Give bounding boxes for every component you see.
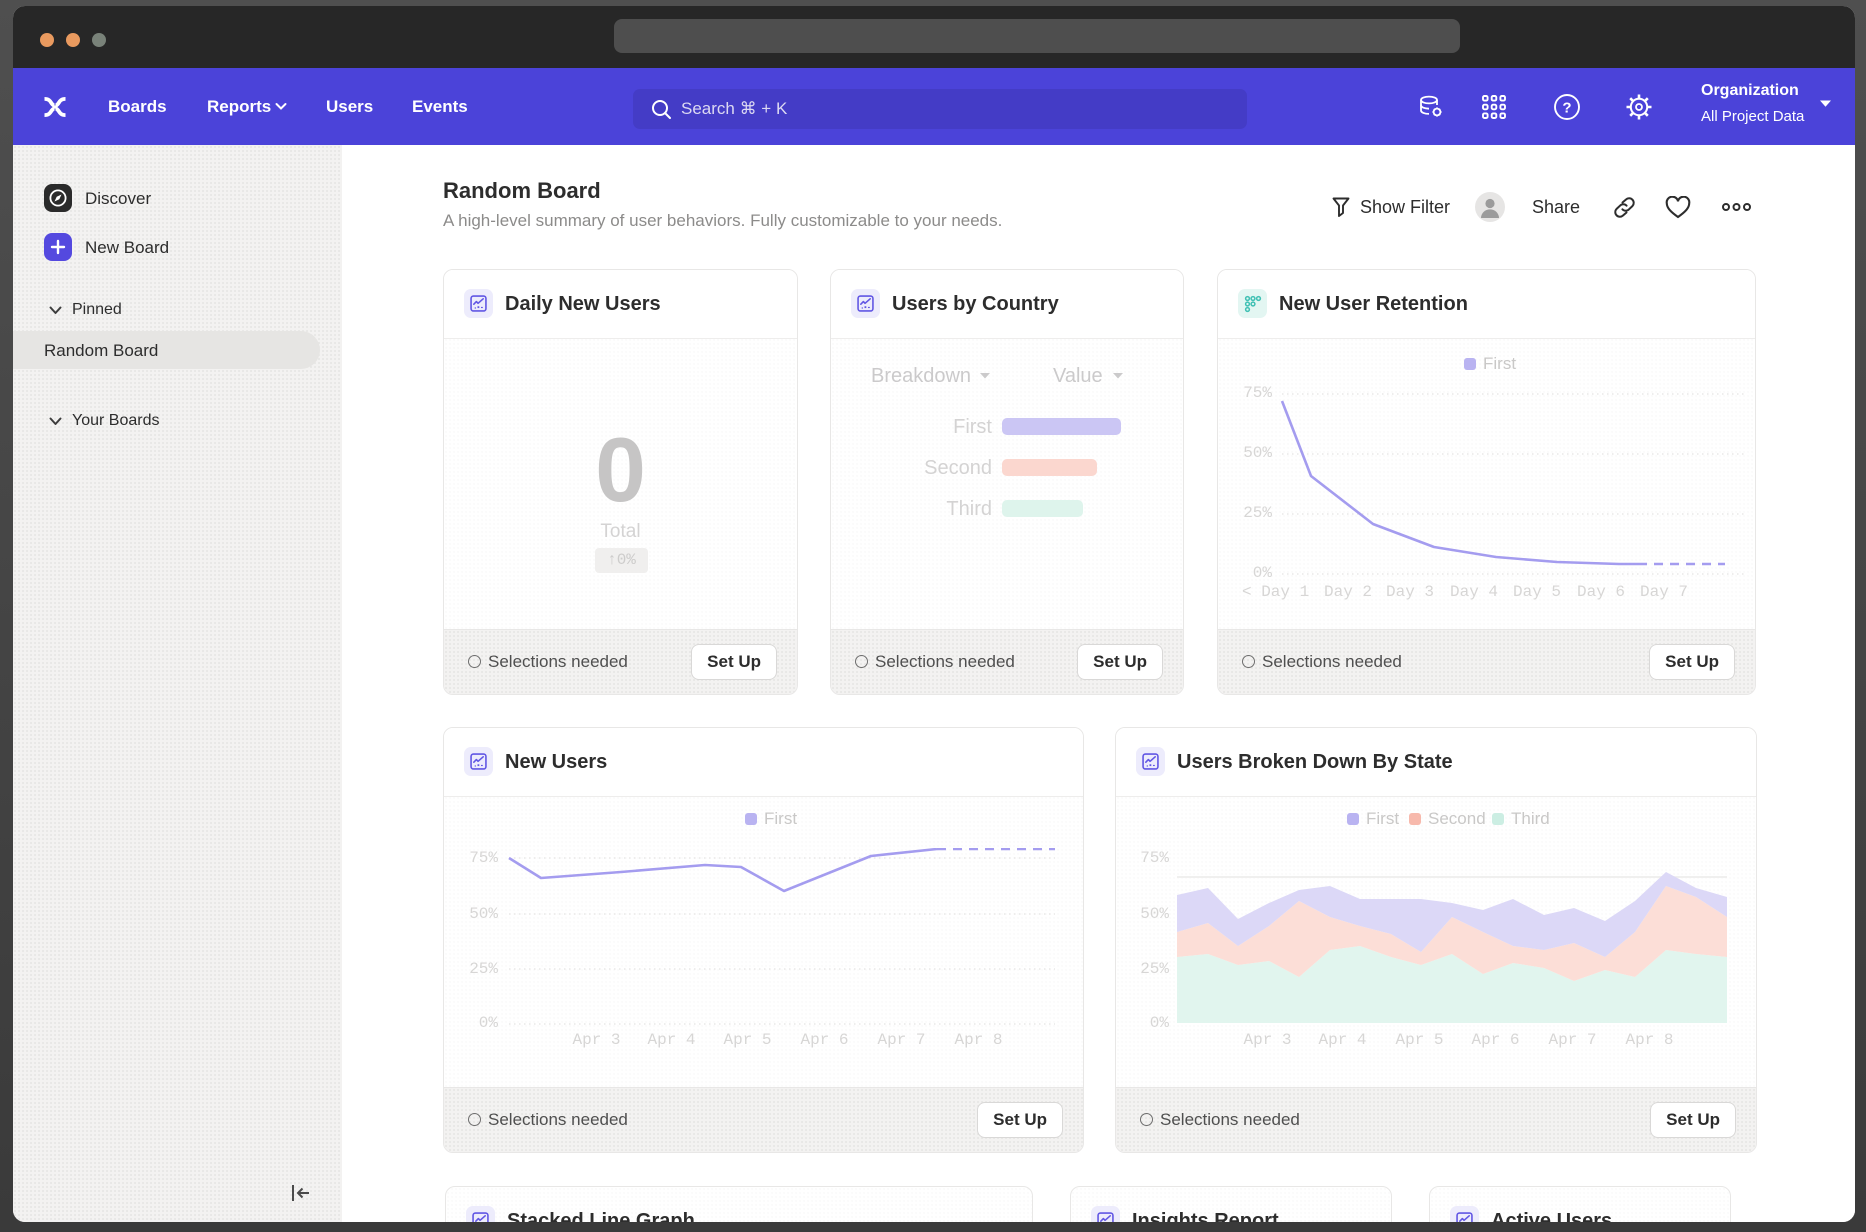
- svg-text:?: ?: [1562, 100, 1571, 117]
